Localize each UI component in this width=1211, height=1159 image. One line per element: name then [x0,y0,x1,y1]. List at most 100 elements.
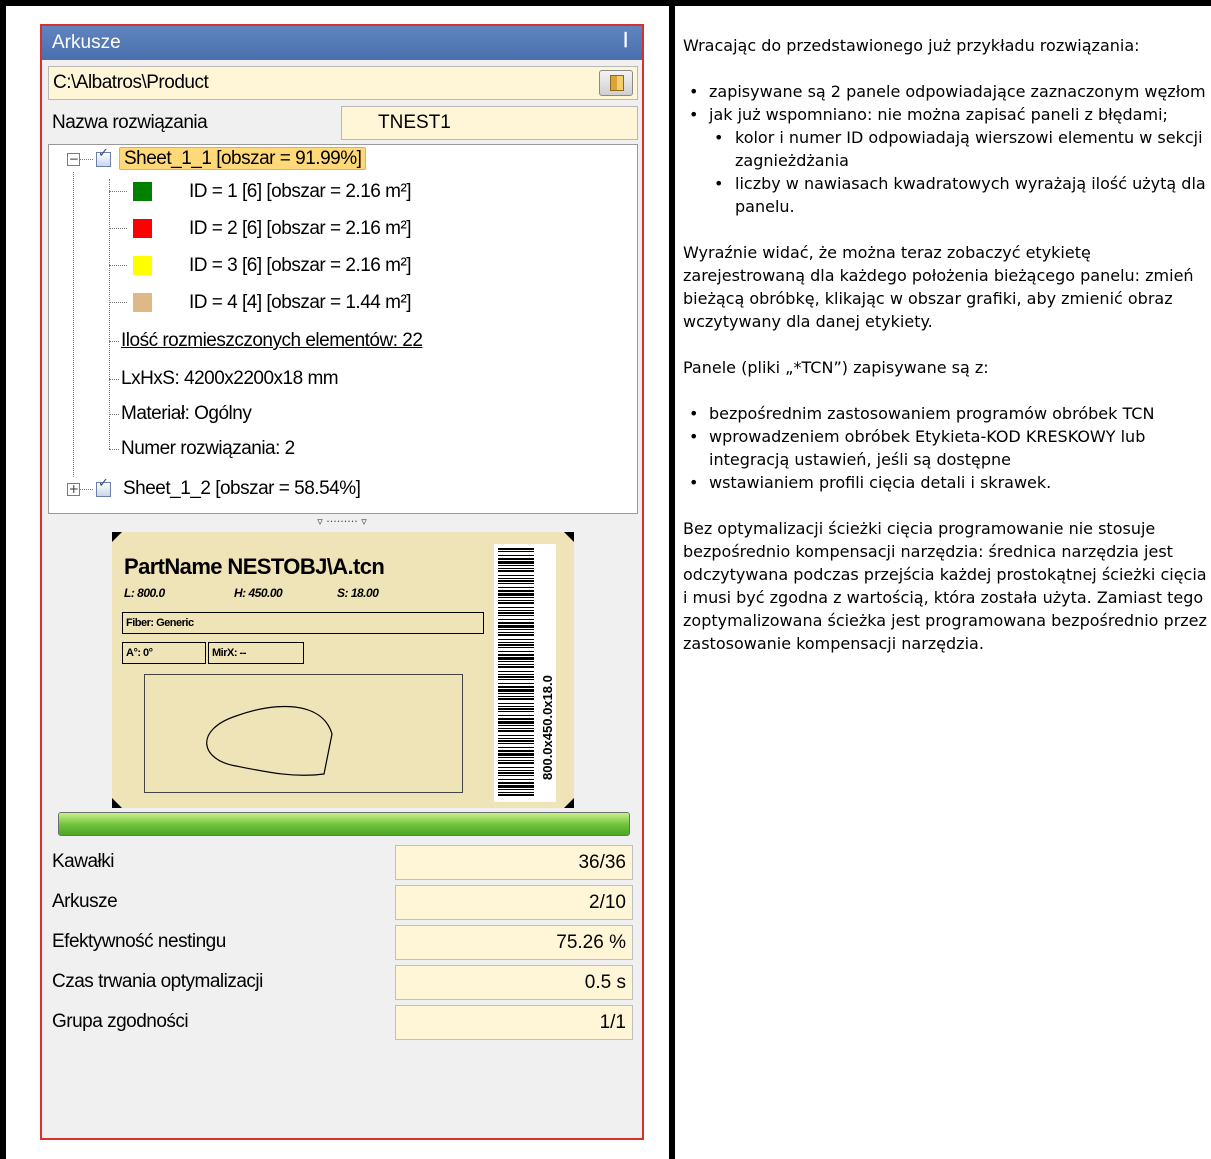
panel-splitter[interactable]: ▿ ········· ▿ [42,516,642,530]
label-part-name: PartName NESTOBJ\A.tcn [124,554,385,579]
barcode-bar [498,775,534,776]
barcode-bar [498,728,534,729]
barcode-bar [498,782,534,784]
progress-fill [59,813,629,835]
tree-node-material[interactable]: Materiał: Ogólny [121,400,252,428]
solution-tree[interactable]: − Sheet_1_1 [obszar = 91.99%] ID = 1 [6]… [48,144,638,514]
stat-value: 75.26 % [395,925,633,960]
barcode-bar [498,772,534,774]
corner-marker [564,798,574,808]
solution-name-row: Nazwa rozwiązania TNEST1 [48,106,638,140]
paragraph: Wyraźnie widać, że można teraz zobaczyć … [683,243,1194,331]
barcode-bar [498,555,534,556]
barcode-bar [498,575,534,576]
barcode-bar [498,757,534,758]
tree-node-solution-number[interactable]: Numer rozwiązania: 2 [121,435,295,463]
barcode-bar [498,583,534,584]
barcode-bar [498,610,534,611]
solution-name-field[interactable]: TNEST1 [341,106,638,140]
barcode-bar [498,703,534,704]
tree-connector [109,379,119,380]
tree-node-dimensions[interactable]: LxHxS: 4200x2200x18 mm [121,365,339,393]
tree-node-item[interactable]: ID = 2 [6] [obszar = 2.16 m²] [189,215,412,243]
pin-icon[interactable]: ꟾ [623,26,628,60]
barcode-bar [498,693,534,694]
barcode-bar [498,679,534,680]
barcode-bar [498,767,534,768]
bullet-list: bezpośrednim zastosowaniem programów obr… [683,402,1207,494]
panel-titlebar: Arkusze ꟾ [42,26,642,60]
tree-node-placed-count[interactable]: Ilość rozmieszczonych elementów: 22 [121,327,423,355]
barcode-bar [498,561,534,564]
paragraph: Bez optymalizacji ścieżki cięcia program… [683,519,1207,653]
barcode-bar [498,568,534,569]
barcode-bar [498,718,534,720]
label-angle: A°: 0° [122,642,206,664]
barcode-bar [498,779,534,780]
barcode-bar [498,689,534,692]
path-value: C:\Albatros\Product [53,72,209,93]
barcode-bar [498,738,534,739]
barcode-bar [498,593,534,596]
expand-icon[interactable]: + [67,483,80,496]
barcode-bar [498,632,534,633]
barcode-bar [498,600,534,601]
tree-node-item[interactable]: ID = 4 [4] [obszar = 1.44 m²] [189,289,412,317]
barcode-bar [498,622,534,624]
barcode-bar [498,747,534,748]
barcode-bar [498,760,534,761]
list-item: zapisywane są 2 panele odpowiadające zaz… [683,80,1207,103]
stat-row: Kawałki 36/36 [48,842,638,882]
barcode-bar [498,715,534,716]
barcode-bar [498,708,534,710]
tree-node-item[interactable]: ID = 1 [6] [obszar = 2.16 m²] [189,178,412,206]
barcode-bar [498,644,534,646]
barcode-bar [498,770,534,771]
label-fiber: Fiber: Generic [122,612,484,634]
barcode-bar [498,686,534,688]
barcode-bar [498,548,534,550]
stat-row: Efektywność nestingu 75.26 % [48,922,638,962]
barcode-bar [498,696,534,697]
sheet-checkbox[interactable] [96,146,111,167]
barcode-bar [498,789,534,790]
corner-marker [112,532,122,542]
list-item: wprowadzeniem obróbek Etykieta-KOD KRESK… [683,425,1207,471]
collapse-icon[interactable]: − [67,153,80,166]
tree-connector [73,172,74,477]
tree-connector [109,414,119,415]
barcode-bar [498,657,534,660]
barcode-bar [498,619,534,620]
list-item: bezpośrednim zastosowaniem programów obr… [683,402,1207,425]
folder-icon [610,75,624,91]
tree-node-sheet-1[interactable]: Sheet_1_1 [obszar = 91.99%] [119,145,367,173]
barcode-bar [498,762,534,764]
browse-folder-button[interactable] [599,70,633,96]
barcode-bar [498,597,534,598]
barcode-bar [498,607,534,608]
barcode-bar [498,785,534,788]
label-preview[interactable]: PartName NESTOBJ\A.tcn L: 800.0 H: 450.0… [112,532,574,808]
list-item: jak już wspomniano: nie można zapisać pa… [683,103,1207,126]
path-field[interactable]: C:\Albatros\Product [48,66,638,100]
barcode-bar [498,792,534,793]
barcode-bar [498,725,534,726]
barcode-bar [498,647,534,648]
barcode-bar [498,580,534,582]
item-color-swatch [133,293,152,312]
tree-node-item[interactable]: ID = 3 [6] [obszar = 2.16 m²] [189,252,412,280]
barcode-bar [498,730,534,732]
label-part-drawing [144,674,463,793]
item-color-swatch [133,256,152,275]
sheet-checkbox[interactable] [96,476,111,497]
barcode-bar [498,629,534,630]
stat-label: Grupa zgodności [52,1011,189,1032]
stat-value: 1/1 [395,1005,633,1040]
tree-connector [109,191,127,192]
barcode-bar [498,565,534,566]
barcode-bar [498,612,534,614]
stat-label: Czas trwania optymalizacji [52,971,263,992]
tree-node-sheet-2[interactable]: Sheet_1_2 [obszar = 58.54%] [123,475,361,503]
barcode-bar [498,654,534,656]
label-mirror: MirX: -- [208,642,304,664]
